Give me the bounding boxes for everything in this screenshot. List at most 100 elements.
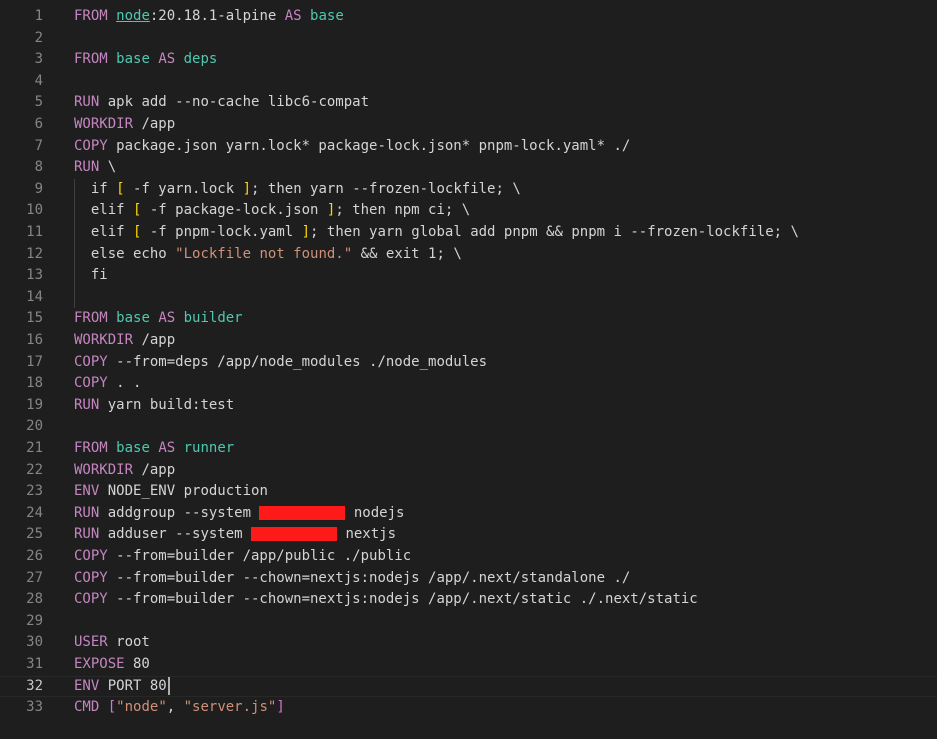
- code-token: "Lockfile not found.": [175, 245, 353, 262]
- code-text[interactable]: RUN addgroup --system nodejs: [74, 503, 404, 525]
- code-token: ; then yarn --frozen-lockfile; \: [251, 180, 521, 197]
- code-text[interactable]: WORKDIR /app: [74, 460, 175, 482]
- code-line[interactable]: 5 RUN apk add --no-cache libc6-compat: [0, 92, 937, 114]
- code-line[interactable]: 25 RUN adduser --system nextjs: [0, 524, 937, 546]
- code-text[interactable]: ENV NODE_ENV production: [74, 481, 268, 503]
- text-cursor: [167, 676, 170, 695]
- code-text[interactable]: COPY --from=builder --chown=nextjs:nodej…: [74, 589, 698, 611]
- code-line[interactable]: 18 COPY . .: [0, 373, 937, 395]
- code-text[interactable]: FROM base AS deps: [74, 49, 217, 71]
- code-token: ,: [166, 699, 184, 716]
- code-text[interactable]: if [ -f yarn.lock ]; then yarn --frozen-…: [74, 179, 521, 201]
- code-line[interactable]: 17 COPY --from=deps /app/node_modules ./n…: [0, 352, 937, 374]
- line-number: 24: [26, 504, 43, 521]
- line-number: 3: [34, 51, 43, 68]
- line-number: 26: [26, 548, 43, 564]
- code-text[interactable]: ENV PORT 80: [74, 676, 170, 697]
- code-line[interactable]: 24 RUN addgroup --system nodejs: [0, 503, 937, 525]
- code-line[interactable]: 3 FROM base AS deps: [0, 49, 937, 71]
- line-number: 28: [26, 591, 43, 608]
- code-token: -f pnpm-lock.yaml: [141, 224, 302, 240]
- code-text[interactable]: RUN adduser --system nextjs: [74, 524, 396, 546]
- code-line[interactable]: 19 RUN yarn build:test: [0, 395, 937, 417]
- code-text[interactable]: COPY . .: [74, 373, 141, 395]
- code-line[interactable]: 15 FROM base AS builder: [0, 308, 937, 330]
- code-line[interactable]: 31 EXPOSE 80: [0, 654, 937, 676]
- code-text[interactable]: else echo "Lockfile not found." && exit …: [74, 244, 462, 266]
- code-text[interactable]: RUN apk add --no-cache libc6-compat: [74, 92, 369, 114]
- line-number: 22: [26, 461, 43, 478]
- code-text[interactable]: elif [ -f package-lock.json ]; then npm …: [74, 200, 470, 222]
- code-text[interactable]: FROM node:20.18.1-alpine AS base: [74, 6, 344, 28]
- code-text[interactable]: CMD ["node", "server.js"]: [74, 697, 285, 719]
- line-number: 7: [34, 137, 43, 154]
- code-line[interactable]: 23 ENV NODE_ENV production: [0, 481, 937, 503]
- code-line[interactable]: 10 elif [ -f package-lock.json ]; then n…: [0, 200, 937, 222]
- code-token: -f yarn.lock: [124, 180, 243, 197]
- code-token: builder: [183, 310, 243, 327]
- code-token: EXPOSE: [74, 656, 125, 672]
- code-line[interactable]: 21 FROM base AS runner: [0, 438, 937, 460]
- code-token: CMD: [74, 699, 100, 716]
- code-token: \: [99, 159, 117, 176]
- code-text[interactable]: WORKDIR /app: [74, 330, 175, 352]
- code-line[interactable]: 11 elif [ -f pnpm-lock.yaml ]; then yarn…: [0, 222, 937, 244]
- code-line[interactable]: 32 ENV PORT 80: [0, 675, 937, 698]
- code-line[interactable]: 30 USER root: [0, 632, 937, 654]
- code-text[interactable]: RUN yarn build:test: [74, 395, 234, 417]
- code-token: nodejs: [345, 504, 405, 521]
- code-token: runner: [183, 440, 235, 456]
- code-text[interactable]: FROM base AS builder: [74, 308, 243, 330]
- code-token: elif: [74, 224, 134, 240]
- code-token: ; then yarn global add pnpm && pnpm i --…: [310, 224, 799, 240]
- code-text[interactable]: COPY --from=builder /app/public ./public: [74, 546, 411, 568]
- code-line[interactable]: 12 else echo "Lockfile not found." && ex…: [0, 244, 937, 266]
- code-line[interactable]: 28 COPY --from=builder --chown=nextjs:nod…: [0, 589, 937, 611]
- code-token: [: [116, 180, 125, 197]
- code-text[interactable]: elif [ -f pnpm-lock.yaml ]; then yarn gl…: [74, 222, 799, 244]
- code-token: "node": [116, 699, 167, 716]
- code-token: FROM: [74, 440, 108, 456]
- code-text[interactable]: FROM base AS runner: [74, 438, 234, 460]
- code-line[interactable]: 4: [0, 71, 937, 93]
- code-line[interactable]: 14: [0, 287, 937, 309]
- code-editor[interactable]: 1 FROM node:20.18.1-alpine AS base 2 3 FROM …: [0, 0, 937, 739]
- code-line[interactable]: 13 fi: [0, 265, 937, 287]
- line-number: 21: [26, 440, 43, 456]
- code-token: FROM: [74, 310, 108, 327]
- code-text[interactable]: RUN \: [74, 157, 116, 179]
- code-token: RUN: [74, 526, 100, 543]
- code-line[interactable]: 6 WORKDIR /app: [0, 114, 937, 136]
- code-line[interactable]: 26 COPY --from=builder /app/public ./publ…: [0, 546, 937, 568]
- code-line[interactable]: 1 FROM node:20.18.1-alpine AS base: [0, 6, 937, 28]
- code-token: PORT 80: [99, 677, 167, 694]
- code-token: base: [116, 310, 150, 327]
- code-text[interactable]: COPY --from=builder --chown=nextjs:nodej…: [74, 568, 630, 590]
- code-line[interactable]: 2: [0, 28, 937, 50]
- code-token: COPY: [74, 137, 108, 154]
- code-token: else echo: [74, 245, 176, 262]
- code-line[interactable]: 20: [0, 416, 937, 438]
- code-token: RUN: [74, 504, 100, 521]
- code-line[interactable]: 33 CMD ["node", "server.js"]: [0, 697, 937, 719]
- code-text[interactable]: WORKDIR /app: [74, 114, 175, 136]
- code-line[interactable]: 29: [0, 611, 937, 633]
- code-text[interactable]: EXPOSE 80: [74, 654, 150, 676]
- code-token: ENV: [74, 483, 100, 500]
- code-line[interactable]: 8 RUN \: [0, 157, 937, 179]
- line-number: 33: [26, 699, 43, 716]
- code-text[interactable]: fi: [74, 265, 108, 287]
- code-line[interactable]: 9 if [ -f yarn.lock ]; then yarn --froze…: [0, 179, 937, 201]
- code-line[interactable]: 27 COPY --from=builder --chown=nextjs:nod…: [0, 568, 937, 590]
- line-number: 20: [26, 418, 43, 435]
- code-text[interactable]: USER root: [74, 632, 150, 654]
- code-token: COPY: [74, 548, 108, 564]
- code-line[interactable]: 16 WORKDIR /app: [0, 330, 937, 352]
- code-text[interactable]: COPY package.json yarn.lock* package-loc…: [74, 136, 630, 158]
- code-text[interactable]: COPY --from=deps /app/node_modules ./nod…: [74, 352, 487, 374]
- code-line[interactable]: 7 COPY package.json yarn.lock* package-lo…: [0, 136, 937, 158]
- code-token: AS: [158, 440, 176, 456]
- code-token: RUN: [74, 159, 100, 176]
- code-line[interactable]: 22 WORKDIR /app: [0, 460, 937, 482]
